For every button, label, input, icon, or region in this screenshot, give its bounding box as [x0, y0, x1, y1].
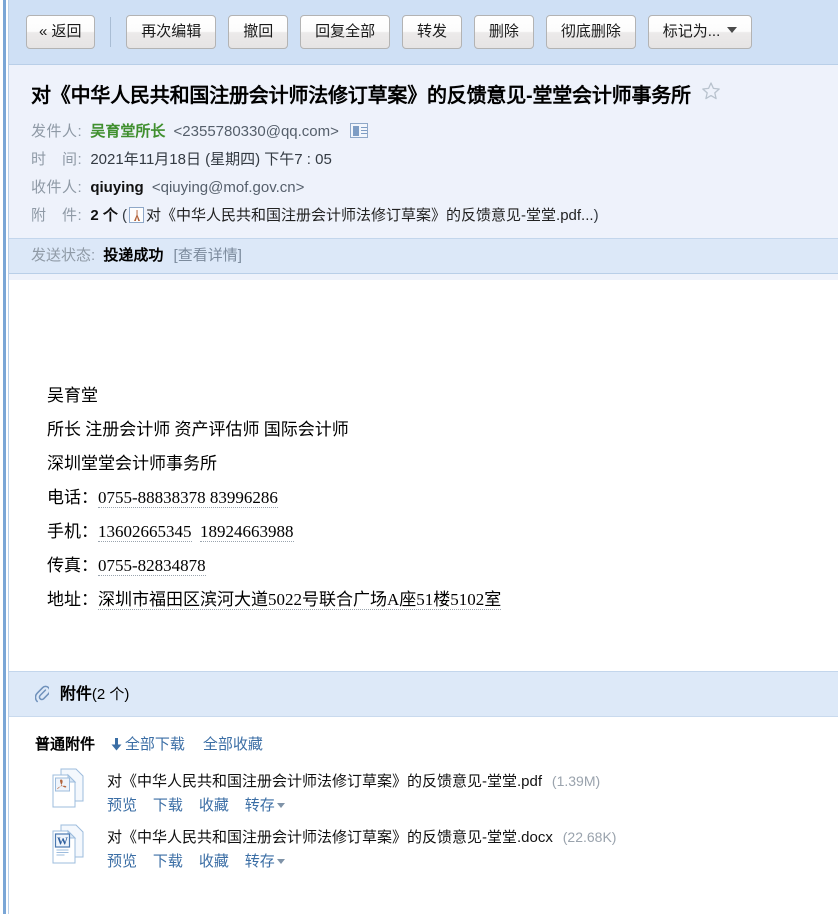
send-status-label: 发送状态: — [31, 247, 96, 264]
normal-attachments-label: 普通附件 — [35, 736, 96, 753]
toolbar-separator — [110, 17, 112, 47]
favorite-link[interactable]: 收藏 — [199, 853, 229, 870]
signature-fax-row: 传真：0755-82834878 — [47, 549, 838, 583]
attachment-summary-row: 附 件: 2 个 ( 对《中华人民共和国注册会计师法修订草案》的反馈意见-堂堂.p… — [9, 202, 838, 230]
mail-body: 吴育堂 所长 注册会计师 资产评估师 国际会计师 深圳堂堂会计师事务所 电话：0… — [9, 299, 838, 671]
address-value: 深圳市福田区滨河大道5022号联合广场A座51楼5102室 — [98, 590, 502, 610]
edit-again-button[interactable]: 再次编辑 — [126, 15, 217, 49]
signature-titles: 所长 注册会计师 资产评估师 国际会计师 — [47, 420, 349, 439]
attachments-panel: 附件(2 个) 普通附件 全部下载 全部收藏 对《中华人民共和国注册会计师法修订… — [9, 671, 838, 914]
phone-value: 0755-88838378 83996286 — [98, 488, 278, 508]
delete-permanently-button[interactable]: 彻底删除 — [545, 15, 636, 49]
signature-mobile-row: 手机：13602665345 18924663988 — [47, 515, 838, 549]
signature-name: 吴育堂 — [47, 386, 98, 405]
contact-card-icon[interactable] — [350, 123, 369, 138]
sender-name[interactable]: 吴育堂所长 — [90, 123, 165, 140]
view-details-link[interactable]: [查看详情] — [174, 247, 242, 264]
save-to-label: 转存 — [244, 853, 275, 870]
time-label: 时 间: — [31, 151, 83, 168]
attachment-file-name[interactable]: 对《中华人民共和国注册会计师法修订草案》的反馈意见-堂堂.docx — [107, 829, 553, 846]
attachments-title: 附件 — [59, 686, 92, 703]
attachment-ops: 预览 下载 收藏 转存 — [107, 850, 838, 873]
send-status-value: 投递成功 — [103, 247, 164, 264]
mail-read-page: « 返回 再次编辑 撤回 回复全部 转发 删除 彻底删除 标记为... 对《中华… — [0, 0, 838, 914]
svg-text:W: W — [57, 836, 68, 848]
download-all-link[interactable]: 全部下载 — [125, 736, 185, 753]
paperclip-icon — [34, 676, 51, 703]
attachment-paren-close: ) — [593, 207, 599, 224]
attachments-title-count: (2 个) — [91, 686, 130, 703]
attachments-title-bar: 附件(2 个) — [9, 671, 838, 717]
delete-button[interactable]: 删除 — [473, 15, 534, 49]
attachments-actions-row: 普通附件 全部下载 全部收藏 — [9, 717, 838, 756]
to-label: 收件人: — [31, 179, 83, 196]
attachment-paren-open: ( — [122, 207, 128, 224]
save-to-link[interactable]: 转存 — [245, 853, 285, 870]
chevron-down-icon — [727, 27, 738, 33]
reply-all-button[interactable]: 回复全部 — [300, 15, 391, 49]
back-button[interactable]: « 返回 — [26, 15, 95, 49]
mobile-label: 手机： — [47, 522, 98, 541]
from-row: 发件人: 吴育堂所长 <2355780330@qq.com> — [9, 118, 838, 146]
attachment-file-size: (22.68K) — [562, 829, 617, 845]
mark-as-label: 标记为... — [662, 23, 721, 40]
attachment-file-name[interactable]: 对《中华人民共和国注册会计师法修订草案》的反馈意见-堂堂.pdf — [107, 773, 542, 790]
fax-value: 0755-82834878 — [98, 556, 206, 576]
chevron-down-icon — [276, 859, 285, 864]
recipient-name: qiuying — [90, 179, 144, 196]
attachment-count: 2 个 — [90, 207, 118, 224]
word-file-icon: W — [51, 824, 85, 864]
phone-label: 电话： — [47, 488, 98, 507]
send-status-bar: 发送状态: 投递成功 [查看详情] — [9, 238, 838, 274]
chevron-down-icon — [276, 803, 285, 808]
fax-label: 传真： — [47, 556, 98, 575]
mail-subject: 对《中华人民共和国注册会计师法修订草案》的反馈意见-堂堂会计师事务所 — [31, 85, 691, 107]
preview-link[interactable]: 预览 — [107, 853, 137, 870]
signature-company: 深圳堂堂会计师事务所 — [47, 454, 217, 473]
signature-address-row: 地址：深圳市福田区滨河大道5022号联合广场A座51楼5102室 — [47, 583, 838, 617]
download-icon — [111, 735, 122, 751]
subject-row: 对《中华人民共和国注册会计师法修订草案》的反馈意见-堂堂会计师事务所 — [9, 79, 838, 108]
pdf-file-icon — [51, 768, 85, 808]
address-label: 地址： — [47, 590, 98, 609]
attachment-inline-name[interactable]: 对《中华人民共和国注册会计师法修订草案》的反馈意见-堂堂.pdf... — [146, 207, 594, 224]
time-row: 时 间: 2021年11月18日 (星期四) 下午7 : 05 — [9, 146, 838, 174]
attachment-meta: 对《中华人民共和国注册会计师法修订草案》的反馈意见-堂堂.pdf (1.39M)… — [107, 770, 838, 817]
pdf-icon — [129, 207, 145, 223]
sender-address: <2355780330@qq.com> — [173, 123, 339, 140]
to-row: 收件人: qiuying <qiuying@mof.gov.cn> — [9, 174, 838, 202]
mobile-value-2: 18924663988 — [200, 522, 294, 542]
download-link[interactable]: 下载 — [153, 853, 183, 870]
star-icon[interactable] — [701, 81, 721, 104]
attachment-file-size: (1.39M) — [551, 773, 601, 789]
forward-button[interactable]: 转发 — [402, 15, 463, 49]
mark-as-button[interactable]: 标记为... — [647, 15, 753, 49]
mail-toolbar: « 返回 再次编辑 撤回 回复全部 转发 删除 彻底删除 标记为... — [9, 0, 838, 64]
left-rail — [0, 0, 9, 914]
attachment-item: W 对《中华人民共和国注册会计师法修订草案》的反馈意见-堂堂.docx (22.… — [9, 812, 838, 870]
mobile-value-1: 13602665345 — [98, 522, 192, 542]
mail-header: 对《中华人民共和国注册会计师法修订草案》的反馈意见-堂堂会计师事务所 发件人: … — [9, 64, 838, 280]
recall-button[interactable]: 撤回 — [228, 15, 289, 49]
from-label: 发件人: — [31, 123, 83, 140]
favorite-all-link[interactable]: 全部收藏 — [203, 736, 263, 753]
attachment-item: 对《中华人民共和国注册会计师法修订草案》的反馈意见-堂堂.pdf (1.39M)… — [9, 756, 838, 814]
attachment-meta: 对《中华人民共和国注册会计师法修订草案》的反馈意见-堂堂.docx (22.68… — [107, 826, 838, 873]
time-value: 2021年11月18日 (星期四) 下午7 : 05 — [90, 151, 332, 168]
recipient-address: <qiuying@mof.gov.cn> — [151, 179, 305, 196]
signature-phone-row: 电话：0755-88838378 83996286 — [47, 481, 838, 515]
attachment-label: 附 件: — [31, 207, 83, 224]
